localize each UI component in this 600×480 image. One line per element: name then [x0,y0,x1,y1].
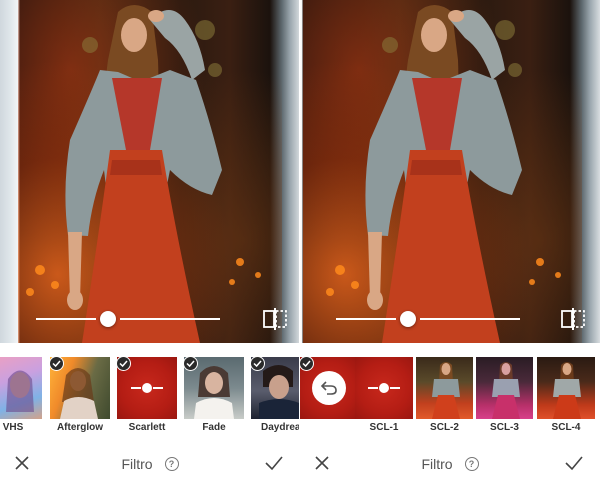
filter-thumb-undo[interactable] [300,357,358,419]
bottom-bar-title: Filtro ? [300,455,600,472]
undo-arrow-icon [312,371,346,405]
filter-label-scarlett: Scarlett [128,422,166,433]
filter-thumb-scl-4[interactable] [537,357,595,419]
filter-strip [0,357,300,419]
filter-label-vhs: VHS [2,422,24,433]
filter-label-scl-2: SCL-2 [430,422,459,433]
filter-label-daydream: Daydream [261,422,300,433]
intensity-slider-track-left[interactable] [336,318,396,320]
intensity-slider-knob[interactable] [400,311,416,327]
photo-subject-figure [326,5,561,343]
filter-label-scl-4: SCL-4 [551,422,581,433]
filter-thumb-afterglow[interactable] [50,357,110,419]
filter-label-scl-3: SCL-3 [490,422,519,433]
checkmark-icon [265,456,283,471]
bottom-bar-title-text: Filtro [421,456,453,473]
intensity-slider-track-right[interactable] [420,318,520,320]
photo-preview [0,0,300,343]
filter-thumb-fade[interactable] [184,357,244,419]
filter-label-scl-1: SCL-1 [369,422,399,433]
filter-thumb-scarlett[interactable] [117,357,177,419]
intensity-slider-track-left[interactable] [36,318,96,320]
slider-adjust-icon [131,383,163,393]
filter-labels: SCL-1 SCL-2 SCL-3 SCL-4 [300,422,600,438]
filter-thumb-daydream[interactable] [251,357,300,419]
photo-preview [300,0,600,343]
bottom-bar: Filtro ? [300,446,600,480]
confirm-button[interactable] [559,446,589,480]
bottom-bar-title: Filtro ? [0,455,300,472]
filter-label-afterglow: Afterglow [56,422,104,433]
slider-adjust-icon [368,383,400,393]
filter-thumb-scl-1[interactable] [355,357,413,419]
left-panel: VHS Afterglow Scarlett Fade Daydream Fil… [0,0,300,480]
photo-subject-figure [26,5,261,343]
checkmark-icon [565,456,583,471]
bottom-bar: Filtro ? [0,446,300,480]
right-panel: SCL-1 SCL-2 SCL-3 SCL-4 Filtro ? [300,0,600,480]
filter-thumb-scl-2[interactable] [416,357,473,419]
help-circle-icon[interactable]: ? [164,457,179,472]
compare-split-icon[interactable] [560,307,586,331]
filter-labels: VHS Afterglow Scarlett Fade Daydream [0,422,300,438]
filter-label-fade: Fade [202,422,226,433]
filter-thumb-scl-3[interactable] [476,357,533,419]
intensity-slider-knob[interactable] [100,311,116,327]
confirm-button[interactable] [259,446,289,480]
intensity-slider-track-right[interactable] [120,318,220,320]
compare-split-icon[interactable] [262,307,288,331]
bottom-bar-title-text: Filtro [121,456,153,473]
filter-thumb-vhs[interactable] [0,357,42,419]
help-circle-icon[interactable]: ? [464,457,479,472]
filter-strip [300,357,600,419]
